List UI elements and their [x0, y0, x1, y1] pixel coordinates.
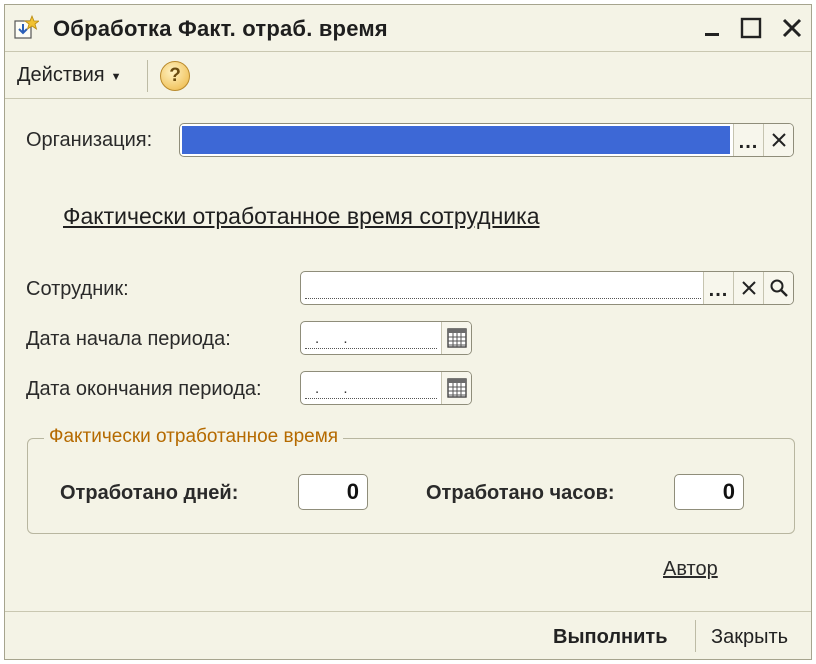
group-title: Фактически отработанное время: [44, 426, 344, 448]
employee-search-button[interactable]: [763, 272, 793, 304]
employee-field[interactable]: ...: [300, 271, 794, 305]
organization-field[interactable]: ...: [179, 123, 794, 157]
start-date-calendar-button[interactable]: [441, 322, 471, 354]
toolbar: Действия ▼ ?: [5, 51, 811, 99]
chevron-down-icon: ▼: [110, 70, 122, 83]
bottom-separator: [695, 620, 696, 652]
worked-days-value: 0: [298, 474, 368, 510]
maximize-icon[interactable]: [738, 15, 764, 41]
run-button[interactable]: Выполнить: [553, 626, 668, 649]
calendar-icon: [447, 328, 467, 348]
processing-window: Обработка Факт. отраб. время Действия ▼ …: [4, 4, 812, 660]
clear-icon: [771, 133, 786, 147]
processing-app-icon: [14, 15, 39, 39]
organization-select-button[interactable]: ...: [733, 124, 763, 156]
organization-label: Организация:: [26, 129, 153, 151]
title-bar: Обработка Факт. отраб. время: [5, 5, 811, 49]
search-icon: [770, 279, 788, 297]
bottom-bar: Выполнить Закрыть: [5, 611, 811, 659]
organization-selection: [182, 126, 730, 154]
minimize-icon[interactable]: [699, 15, 725, 41]
actions-menu-label: Действия: [17, 64, 105, 86]
worked-hours-value: 0: [674, 474, 744, 510]
start-date-input-line: [305, 348, 437, 349]
worked-days-label: Отработано дней:: [60, 482, 239, 504]
employee-label: Сотрудник:: [26, 278, 129, 300]
end-date-label: Дата окончания периода:: [26, 378, 262, 400]
employee-clear-button[interactable]: [733, 272, 763, 304]
end-date-calendar-button[interactable]: [441, 372, 471, 404]
employee-input-line: [305, 298, 701, 299]
close-button[interactable]: Закрыть: [711, 626, 788, 649]
start-date-field[interactable]: . .: [300, 321, 472, 355]
start-date-mask: . .: [315, 330, 358, 347]
help-button[interactable]: ?: [160, 61, 190, 91]
author-link[interactable]: Автор: [663, 558, 718, 581]
employee-select-button[interactable]: ...: [703, 272, 733, 304]
actions-menu-button[interactable]: Действия ▼: [17, 64, 122, 87]
calendar-icon: [447, 378, 467, 398]
organization-clear-button[interactable]: [763, 124, 793, 156]
end-date-mask: . .: [315, 380, 358, 397]
end-date-field[interactable]: . .: [300, 371, 472, 405]
end-date-input-line: [305, 398, 437, 399]
worked-hours-label: Отработано часов:: [426, 482, 615, 504]
employee-worked-time-link[interactable]: Фактически отработанное время сотрудника: [63, 203, 540, 230]
worked-time-group: Фактически отработанное время Отработано…: [27, 426, 795, 534]
clear-icon: [741, 281, 756, 295]
close-window-icon[interactable]: [779, 15, 805, 41]
start-date-label: Дата начала периода:: [26, 328, 231, 350]
toolbar-separator: [147, 60, 148, 92]
window-title: Обработка Факт. отраб. время: [53, 16, 388, 41]
